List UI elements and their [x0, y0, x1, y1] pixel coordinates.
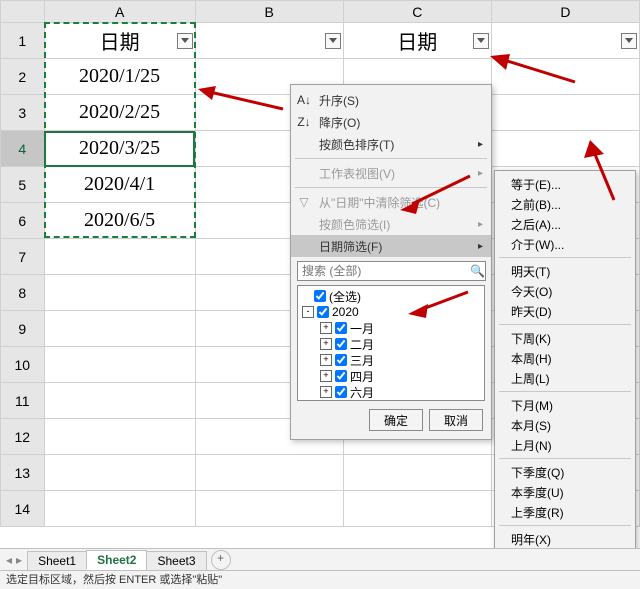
date-filter-option[interactable]: 上周(L) — [495, 368, 635, 388]
cell-D3[interactable] — [491, 95, 639, 131]
cell-C13[interactable] — [343, 455, 491, 491]
cell-B1[interactable] — [195, 23, 343, 59]
tree-toggle[interactable]: + — [320, 386, 332, 398]
date-filter-option[interactable]: 今天(O) — [495, 281, 635, 301]
date-filter-option[interactable]: 之后(A)... — [495, 214, 635, 234]
filter-tree[interactable]: (全选)-2020+一月+二月+三月+四月+六月 — [297, 285, 485, 401]
tree-toggle[interactable]: + — [320, 354, 332, 366]
date-filter-option[interactable]: 上季度(R) — [495, 502, 635, 522]
search-icon: 🔍 — [470, 264, 485, 278]
date-filter[interactable]: 日期筛选(F)▸ — [291, 235, 491, 257]
sort-asc[interactable]: A↓升序(S) — [291, 89, 491, 111]
sheet-view: 工作表视图(V)▸ — [291, 162, 491, 184]
filter-menu: A↓升序(S) Z↓降序(O) 按颜色排序(T)▸ 工作表视图(V)▸ ▽从"日… — [290, 84, 492, 440]
date-filter-option[interactable]: 本周(H) — [495, 348, 635, 368]
add-sheet-button[interactable]: + — [211, 550, 231, 570]
select-all-corner[interactable] — [1, 1, 45, 23]
tree-toggle[interactable]: - — [302, 306, 314, 318]
status-bar: 选定目标区域，然后按 ENTER 或选择"粘贴" — [0, 570, 640, 589]
sort-desc[interactable]: Z↓降序(O) — [291, 111, 491, 133]
cell-A2[interactable]: 2020/1/25 — [44, 59, 195, 95]
row-header[interactable]: 7 — [1, 239, 45, 275]
cell-A8[interactable] — [44, 275, 195, 311]
tree-toggle[interactable]: + — [320, 322, 332, 334]
cell-A10[interactable] — [44, 347, 195, 383]
date-filter-option[interactable]: 下月(M) — [495, 395, 635, 415]
tree-check-month[interactable] — [335, 322, 347, 334]
cell-A11[interactable] — [44, 383, 195, 419]
sort-by-color[interactable]: 按颜色排序(T)▸ — [291, 133, 491, 155]
cell-A12[interactable] — [44, 419, 195, 455]
row-header[interactable]: 13 — [1, 455, 45, 491]
cell-A6[interactable]: 2020/6/5 — [44, 203, 195, 239]
tree-check-all[interactable] — [314, 290, 326, 302]
row-header[interactable]: 1 — [1, 23, 45, 59]
filter-by-color: 按颜色筛选(I)▸ — [291, 213, 491, 235]
date-filter-submenu: 等于(E)...之前(B)...之后(A)...介于(W)... 明天(T)今天(… — [494, 170, 636, 589]
ok-button[interactable]: 确定 — [369, 409, 423, 431]
cell-C14[interactable] — [343, 491, 491, 527]
row-header[interactable]: 9 — [1, 311, 45, 347]
cell-D1[interactable] — [491, 23, 639, 59]
row-header[interactable]: 11 — [1, 383, 45, 419]
tab-sheet2[interactable]: Sheet2 — [86, 550, 147, 570]
row-header[interactable]: 8 — [1, 275, 45, 311]
date-filter-option[interactable]: 明天(T) — [495, 261, 635, 281]
row-header[interactable]: 3 — [1, 95, 45, 131]
tree-check-month[interactable] — [335, 386, 347, 398]
row-header[interactable]: 12 — [1, 419, 45, 455]
row-header[interactable]: 6 — [1, 203, 45, 239]
date-filter-option[interactable]: 本月(S) — [495, 415, 635, 435]
date-filter-option[interactable]: 下季度(Q) — [495, 462, 635, 482]
date-filter-option[interactable]: 下周(K) — [495, 328, 635, 348]
cell-A14[interactable] — [44, 491, 195, 527]
row-header[interactable]: 10 — [1, 347, 45, 383]
cell-A13[interactable] — [44, 455, 195, 491]
filter-dropdown-icon[interactable] — [325, 33, 341, 49]
clear-filter: ▽从"日期"中清除筛选(C) — [291, 191, 491, 213]
tab-sheet1[interactable]: Sheet1 — [27, 551, 87, 570]
tree-check-month[interactable] — [335, 354, 347, 366]
cell-B13[interactable] — [195, 455, 343, 491]
col-header-C[interactable]: C — [343, 1, 491, 23]
cancel-button[interactable]: 取消 — [429, 409, 483, 431]
tree-check-month[interactable] — [335, 370, 347, 382]
cell-A7[interactable] — [44, 239, 195, 275]
tree-check-year[interactable] — [317, 306, 329, 318]
row-header[interactable]: 5 — [1, 167, 45, 203]
cell-A5[interactable]: 2020/4/1 — [44, 167, 195, 203]
tree-check-month[interactable] — [335, 338, 347, 350]
date-filter-option[interactable]: 介于(W)... — [495, 234, 635, 254]
filter-search-input[interactable] — [297, 261, 486, 281]
cell-A1[interactable]: 日期 — [44, 23, 195, 59]
date-filter-option[interactable]: 本季度(U) — [495, 482, 635, 502]
row-header[interactable]: 14 — [1, 491, 45, 527]
tree-toggle[interactable]: + — [320, 370, 332, 382]
cell-A3[interactable]: 2020/2/25 — [44, 95, 195, 131]
tree-toggle[interactable]: + — [320, 338, 332, 350]
cell-D4[interactable] — [491, 131, 639, 167]
tab-nav[interactable]: ◂▸ — [0, 553, 28, 567]
cell-B14[interactable] — [195, 491, 343, 527]
filter-dropdown-icon[interactable] — [621, 33, 637, 49]
sheet-tab-bar: ◂▸ Sheet1 Sheet2 Sheet3 + — [0, 548, 640, 571]
cell-A9[interactable] — [44, 311, 195, 347]
cell-D2[interactable] — [491, 59, 639, 95]
cell-A4[interactable]: 2020/3/25 — [44, 131, 195, 167]
date-filter-option[interactable]: 等于(E)... — [495, 174, 635, 194]
date-filter-option[interactable]: 明年(X) — [495, 529, 635, 549]
date-filter-option[interactable]: 昨天(D) — [495, 301, 635, 321]
filter-dropdown-icon[interactable] — [177, 33, 193, 49]
row-header[interactable]: 2 — [1, 59, 45, 95]
filter-dropdown-icon[interactable] — [473, 33, 489, 49]
col-header-D[interactable]: D — [491, 1, 639, 23]
row-header[interactable]: 4 — [1, 131, 45, 167]
col-header-B[interactable]: B — [195, 1, 343, 23]
cell-C1[interactable]: 日期 — [343, 23, 491, 59]
col-header-A[interactable]: A — [44, 1, 195, 23]
date-filter-option[interactable]: 上月(N) — [495, 435, 635, 455]
date-filter-option[interactable]: 之前(B)... — [495, 194, 635, 214]
tab-sheet3[interactable]: Sheet3 — [146, 551, 206, 570]
